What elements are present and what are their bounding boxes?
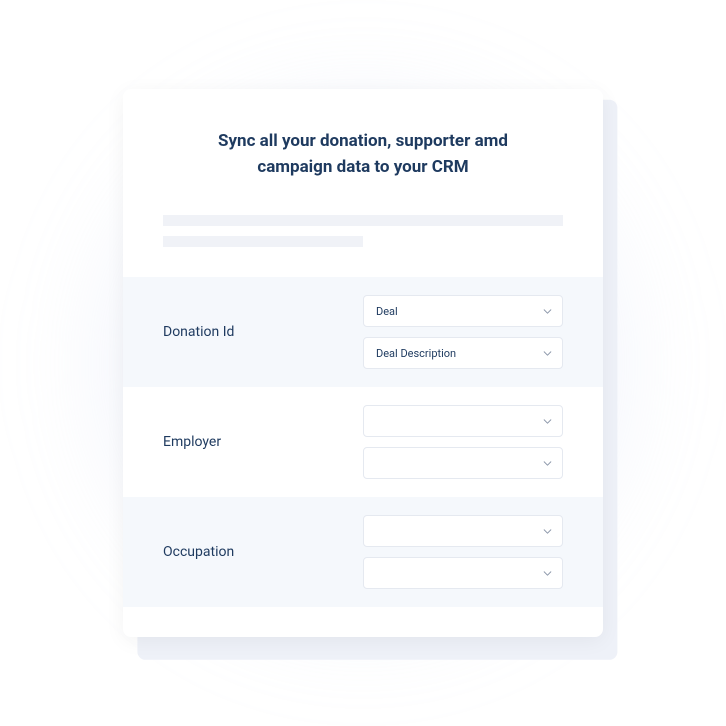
select-value: Deal Description [376, 347, 456, 360]
mapping-row-employer: Employer [123, 387, 603, 497]
field-label: Donation Id [163, 324, 343, 340]
card-title: Sync all your donation, supporter amd ca… [123, 129, 603, 180]
sync-card: Sync all your donation, supporter amd ca… [123, 89, 603, 637]
field-label: Employer [163, 434, 343, 450]
placeholder-bar [163, 215, 563, 226]
selects-column [363, 515, 563, 589]
selects-column: Deal Deal Description [363, 295, 563, 369]
chevron-down-icon [542, 416, 552, 426]
select-field[interactable]: Deal Description [363, 337, 563, 369]
field-label: Occupation [163, 544, 343, 560]
chevron-down-icon [542, 526, 552, 536]
chevron-down-icon [542, 348, 552, 358]
chevron-down-icon [542, 306, 552, 316]
chevron-down-icon [542, 458, 552, 468]
mapping-row-donation-id: Donation Id Deal Deal Description [123, 277, 603, 387]
select-value: Deal [376, 305, 398, 318]
select-field[interactable] [363, 557, 563, 589]
placeholder-bar [163, 236, 363, 247]
mapping-row-occupation: Occupation [123, 497, 603, 607]
placeholder-section [123, 215, 603, 247]
select-object[interactable]: Deal [363, 295, 563, 327]
chevron-down-icon [542, 568, 552, 578]
selects-column [363, 405, 563, 479]
select-object[interactable] [363, 515, 563, 547]
select-field[interactable] [363, 447, 563, 479]
select-object[interactable] [363, 405, 563, 437]
